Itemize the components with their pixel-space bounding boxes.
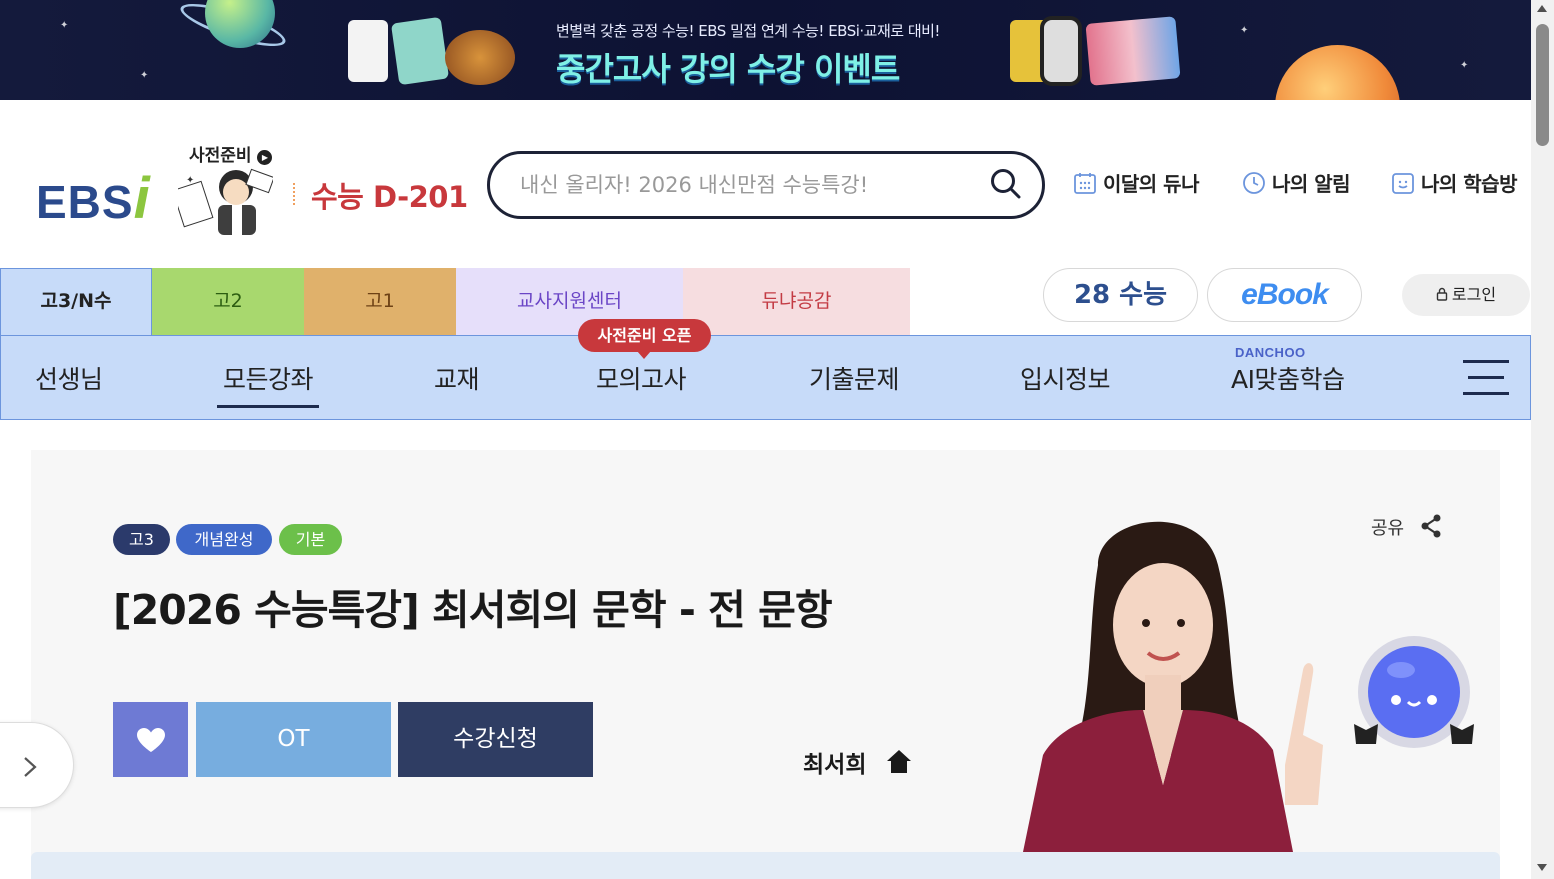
chevron-right-icon	[24, 757, 37, 777]
ot-button[interactable]: OT	[196, 702, 391, 777]
tab-grade2[interactable]: 고2	[152, 268, 304, 335]
star-decoration: ✦	[1460, 60, 1469, 71]
login-label: 로그인	[1451, 285, 1497, 304]
util-link-monthly[interactable]: 이달의 듀나	[1073, 168, 1199, 197]
banner-subtitle: 변별력 갖춘 공정 수능! EBS 밀접 연계 수능! EBSi·교재로 대비!	[556, 22, 940, 40]
logo-text: EBS	[36, 176, 134, 228]
prize-card-image	[390, 16, 450, 86]
util-link-mystudy[interactable]: 나의 학습방	[1391, 168, 1517, 197]
danchoo-brand: DANCHOO	[1235, 345, 1306, 360]
prize-pizza-image	[445, 30, 515, 85]
page: ✦ ✦ ✦ ✦ 변별력 갖춘 공정 수능! EBS 밀접 연계 수능! EBSi…	[0, 0, 1554, 879]
tag-difficulty: 기본	[279, 524, 342, 555]
login-button[interactable]: 로그인	[1402, 274, 1530, 316]
prize-cup-image	[348, 20, 388, 82]
suneung-28-button[interactable]: 28 수능	[1043, 268, 1198, 322]
prize-watch-image	[1040, 16, 1082, 86]
vertical-scrollbar[interactable]	[1531, 0, 1554, 879]
util-link-label: 나의 학습방	[1421, 172, 1517, 196]
ebook-button[interactable]: eBook	[1207, 268, 1362, 322]
util-link-alerts[interactable]: 나의 알림	[1242, 168, 1351, 197]
menu-item-mock-exam[interactable]: 모의고사	[596, 360, 687, 396]
search-input[interactable]	[520, 170, 980, 200]
mascot-illustration[interactable]: ✦	[178, 165, 273, 235]
menu-item-ai-learning[interactable]: AI맞춤학습	[1231, 360, 1345, 396]
lock-icon	[1436, 287, 1448, 301]
menu-item-past-exams[interactable]: 기출문제	[809, 360, 900, 396]
ebsi-logo[interactable]: EBSi	[36, 165, 151, 232]
mock-exam-open-badge: 사전준비 오픈	[578, 319, 711, 359]
clock-icon	[1243, 172, 1265, 194]
planet-decoration	[1275, 45, 1400, 100]
search-box	[487, 151, 1045, 219]
share-icon[interactable]	[1420, 514, 1442, 538]
menu-item-teachers[interactable]: 선생님	[35, 360, 103, 396]
svg-text:✦: ✦	[186, 175, 194, 186]
smile-icon	[1392, 173, 1414, 194]
star-decoration: ✦	[140, 70, 149, 81]
logo-i: i	[133, 166, 151, 231]
tag-level: 개념완성	[176, 524, 272, 555]
teacher-name[interactable]: 최서희	[803, 745, 866, 779]
calendar-icon	[1074, 173, 1096, 194]
dday-divider	[293, 183, 295, 205]
suneung-dday[interactable]: 수능 D-201	[311, 174, 468, 216]
home-icon[interactable]	[886, 749, 912, 774]
tab-grade1[interactable]: 고1	[304, 268, 456, 335]
banner-title: 중간고사 강의 수강 이벤트	[556, 50, 900, 88]
star-decoration: ✦	[1240, 25, 1249, 36]
scroll-up-arrow-icon[interactable]	[1537, 5, 1547, 12]
search-icon[interactable]	[990, 168, 1022, 200]
menu-item-textbooks[interactable]: 교재	[434, 360, 480, 396]
promo-banner[interactable]: ✦ ✦ ✦ ✦ 변별력 갖춘 공정 수능! EBS 밀접 연계 수능! EBSi…	[0, 0, 1531, 100]
star-decoration: ✦	[60, 20, 69, 31]
tab-dunya-space[interactable]: 듀냐공감	[683, 268, 910, 335]
tab-grade3[interactable]: 고3/N수	[0, 268, 152, 335]
tag-grade: 고3	[113, 524, 170, 555]
course-title: [2026 수능특강] 최서희의 문학 - 전 문항	[113, 586, 833, 634]
menu-item-all-courses[interactable]: 모든강좌	[216, 360, 320, 408]
mascot-label-text: 사전준비	[189, 146, 252, 166]
play-icon: ▶	[257, 150, 273, 165]
scroll-down-arrow-icon[interactable]	[1537, 864, 1547, 871]
course-card-bottom-panel	[31, 852, 1500, 879]
ai-robot-illustration[interactable]	[1346, 634, 1482, 750]
hamburger-menu-icon[interactable]	[1463, 360, 1509, 396]
menu-item-admissions[interactable]: 입시정보	[1020, 360, 1111, 396]
apply-button[interactable]: 수강신청	[398, 702, 593, 777]
share-label[interactable]: 공유	[1371, 514, 1404, 540]
util-link-label: 이달의 듀나	[1103, 172, 1199, 196]
util-link-label: 나의 알림	[1272, 172, 1351, 196]
like-button[interactable]	[113, 702, 188, 777]
scroll-thumb[interactable]	[1536, 24, 1549, 146]
heart-icon	[137, 728, 165, 752]
prize-magazine-image	[1085, 16, 1181, 86]
mascot-link[interactable]: 사전준비 ▶	[189, 141, 273, 166]
teacher-photo	[1023, 521, 1323, 852]
